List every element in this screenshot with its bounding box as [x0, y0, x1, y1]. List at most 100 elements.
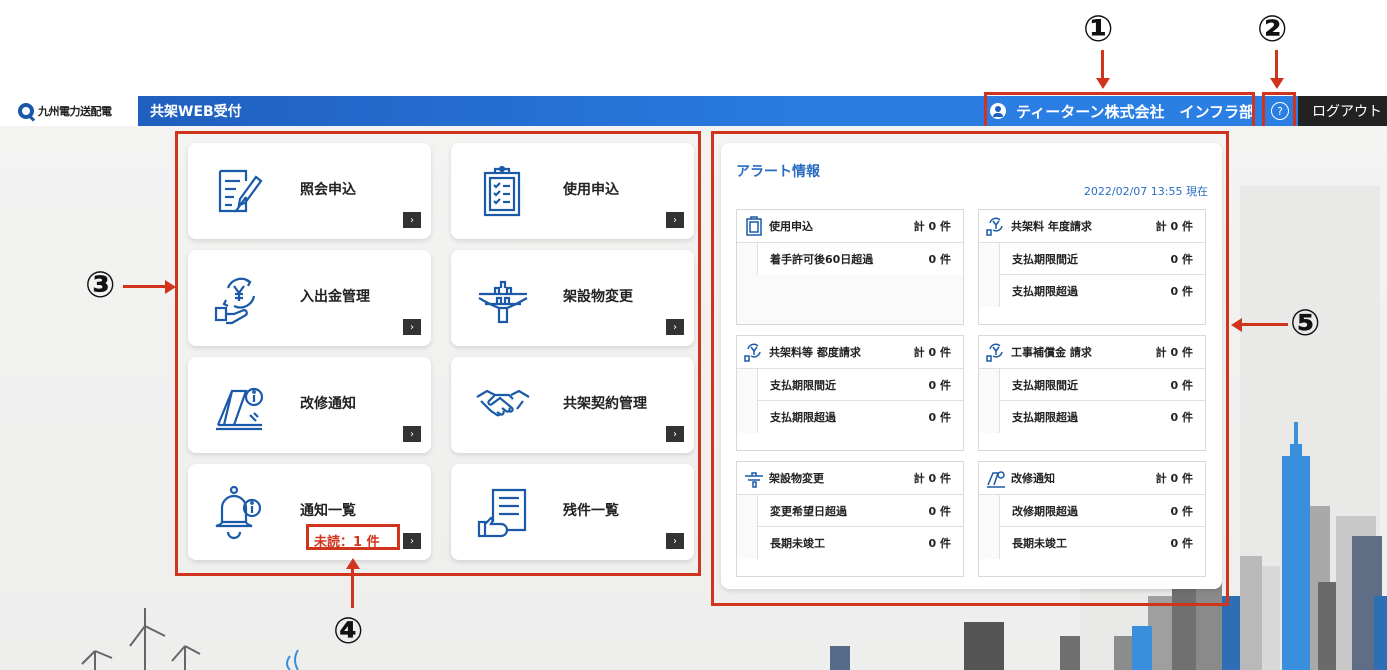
alert-row[interactable]: 支払期限超過 0 件 [999, 401, 1205, 433]
alert-row-value: 0 件 [928, 378, 951, 392]
alert-row[interactable]: 支払期限間近 0 件 [999, 369, 1205, 401]
annotation-5-arrow [1242, 323, 1288, 326]
alert-group-rows: 支払期限間近 0 件 支払期限超過 0 件 [979, 368, 1205, 433]
annotation-box-1 [984, 92, 1255, 130]
alert-group-total: 計 0 件 [1155, 220, 1193, 233]
alert-row-value: 0 件 [928, 411, 951, 424]
thumbs-up-list-icon [477, 488, 527, 538]
repair-go-button[interactable]: › [403, 426, 421, 442]
handshake-icon [476, 389, 530, 417]
yen-exchange-icon [214, 277, 256, 325]
alert-row-label: 支払期限超過 [1012, 285, 1078, 298]
alert-row[interactable]: 改修期限超過 0 件 [999, 495, 1205, 527]
alert-group-ad-hoc-fee[interactable]: 共架料等 都度請求 計 0 件 支払期限間近 0 件 支払期限超過 0 件 [736, 335, 964, 451]
alert-group-structure-change[interactable]: 架設物変更 計 0 件 変更希望日超過 0 件 長期未竣工 0 件 [736, 461, 964, 577]
alert-row-value: 0 件 [928, 537, 951, 550]
menu-tile-payment[interactable]: 入出金管理 › [188, 250, 431, 346]
annotation-5-arrowhead [1231, 318, 1242, 332]
alert-row[interactable]: 支払期限超過 0 件 [999, 275, 1205, 307]
alert-row-value: 0 件 [1170, 411, 1193, 424]
alert-row[interactable]: 支払期限超過 0 件 [757, 401, 963, 433]
annotation-4-arrow [351, 568, 354, 608]
alert-row-label: 変更希望日超過 [770, 504, 847, 518]
alert-row[interactable]: 支払期限間近 0 件 [999, 243, 1205, 275]
alert-row-value: 0 件 [1170, 537, 1193, 550]
alert-timestamp: 2022/02/07 13:55 現在 [1083, 185, 1208, 198]
annotation-5: ⑤ [1290, 303, 1321, 344]
logo-mark-icon [18, 103, 34, 119]
alert-group-name: 改修通知 [1011, 472, 1055, 485]
alert-row-label: 改修期限超過 [1012, 504, 1078, 518]
alert-row[interactable]: 支払期限間近 0 件 [757, 369, 963, 401]
annotation-1-arrowhead [1096, 78, 1110, 89]
annotation-box-4 [306, 524, 400, 550]
alert-row-value: 0 件 [1170, 504, 1193, 518]
alert-group-header: 共架料等 都度請求 計 0 件 [737, 336, 963, 368]
alert-row-value: 0 件 [1170, 285, 1193, 298]
alert-group-rows: 改修期限超過 0 件 長期未竣工 0 件 [979, 494, 1205, 559]
structure-go-button[interactable]: › [666, 319, 684, 335]
annotation-2-arrowhead [1270, 78, 1284, 89]
alert-row[interactable]: 変更希望日超過 0 件 [757, 495, 963, 527]
menu-tile-structure[interactable]: 架設物変更 › [451, 250, 694, 346]
alert-title: アラート情報 [736, 164, 820, 180]
annotation-1-arrow [1101, 50, 1104, 80]
logo-text: 九州電力送配電 [38, 105, 112, 118]
alert-group-name: 工事補償金 請求 [1011, 346, 1092, 359]
alert-group-name: 共架料 年度請求 [1011, 220, 1092, 233]
notice-go-button[interactable]: › [403, 533, 421, 549]
app-title[interactable]: 共架WEB受付 [150, 101, 242, 121]
alert-group-repair-notice[interactable]: 改修通知 計 0 件 改修期限超過 0 件 長期未竣工 0 件 [978, 461, 1206, 577]
alert-group-total: 計 0 件 [913, 472, 951, 485]
menu-label-inquiry: 照会申込 [300, 182, 356, 198]
alert-row-label: 長期未竣工 [1012, 537, 1067, 550]
bell-icon [215, 485, 262, 540]
annotation-3: ③ [85, 265, 116, 306]
alert-group-rows: 着手許可後60日超過 0 件 [737, 242, 963, 324]
payment-go-button[interactable]: › [403, 319, 421, 335]
alert-group-header: 共架料 年度請求 計 0 件 [979, 210, 1205, 242]
menu-tile-repair[interactable]: 改修通知 › [188, 357, 431, 453]
menu-label-notice: 通知一覧 [300, 503, 356, 519]
company-logo: 九州電力送配電 [0, 96, 138, 126]
yen-exchange-icon [986, 343, 1003, 362]
menu-tile-contract[interactable]: 共架契約管理 › [451, 357, 694, 453]
alert-group-header: 使用申込 計 0 件 [737, 210, 963, 242]
usage-go-button[interactable]: › [666, 212, 684, 228]
menu-tile-usage[interactable]: 使用申込 › [451, 143, 694, 239]
alert-group-usage[interactable]: 使用申込 計 0 件 着手許可後60日超過 0 件 [736, 209, 964, 325]
alert-row-label: 着手許可後60日超過 [770, 253, 874, 266]
alert-row-value: 0 件 [1170, 378, 1193, 392]
alert-row[interactable]: 長期未竣工 0 件 [757, 527, 963, 559]
alert-row[interactable]: 長期未竣工 0 件 [999, 527, 1205, 559]
inquiry-form-icon [218, 169, 263, 213]
alert-group-name: 架設物変更 [769, 472, 824, 485]
alert-group-header: 架設物変更 計 0 件 [737, 462, 963, 494]
logout-button[interactable]: ログアウト [1298, 96, 1387, 126]
clipboard-icon [483, 165, 521, 217]
alert-row-label: 支払期限超過 [1012, 411, 1078, 424]
menu-label-payment: 入出金管理 [300, 289, 370, 305]
alert-group-total: 計 0 件 [1155, 346, 1193, 359]
alert-row-value: 0 件 [1170, 252, 1193, 266]
menu-tile-remaining[interactable]: 残件一覧 › [451, 464, 694, 560]
alert-row[interactable]: 着手許可後60日超過 0 件 [757, 243, 963, 275]
alert-group-annual-fee[interactable]: 共架料 年度請求 計 0 件 支払期限間近 0 件 支払期限超過 0 件 [978, 209, 1206, 325]
alert-row-label: 支払期限間近 [770, 378, 836, 392]
menu-label-structure: 架設物変更 [563, 289, 633, 305]
alert-group-total: 計 0 件 [913, 346, 951, 359]
menu-tile-inquiry[interactable]: 照会申込 › [188, 143, 431, 239]
inquiry-go-button[interactable]: › [403, 212, 421, 228]
alert-group-name: 共架料等 都度請求 [769, 346, 861, 359]
alert-group-name: 使用申込 [769, 220, 813, 233]
menu-label-contract: 共架契約管理 [563, 396, 647, 412]
remaining-go-button[interactable]: › [666, 533, 684, 549]
annotation-1: ① [1083, 9, 1114, 50]
annotation-2-arrow [1275, 50, 1278, 80]
alert-group-rows: 変更希望日超過 0 件 長期未竣工 0 件 [737, 494, 963, 559]
contract-go-button[interactable]: › [666, 426, 684, 442]
alert-row-label: 支払期限超過 [770, 411, 836, 424]
alert-group-header: 工事補償金 請求 計 0 件 [979, 336, 1205, 368]
yen-exchange-icon [744, 343, 761, 362]
alert-group-construction-deposit[interactable]: 工事補償金 請求 計 0 件 支払期限間近 0 件 支払期限超過 0 件 [978, 335, 1206, 451]
